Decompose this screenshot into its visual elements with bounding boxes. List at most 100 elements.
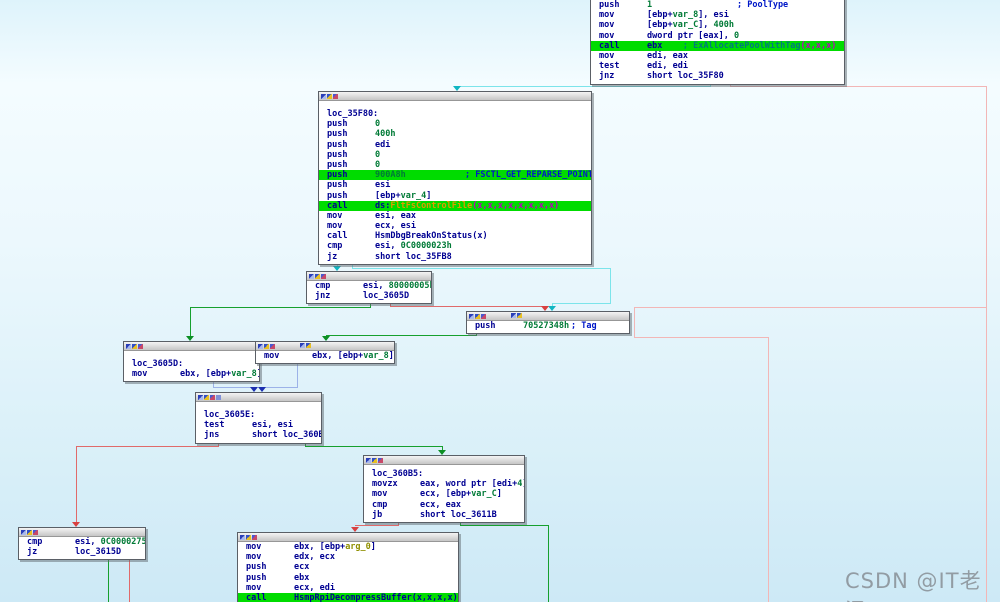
asm-line[interactable]: movebx, [ebp+var_8] xyxy=(124,369,259,379)
asm-line[interactable]: jzloc_3615D xyxy=(19,547,145,557)
node-group-icon[interactable] xyxy=(366,458,371,463)
node-group-icon[interactable] xyxy=(481,314,486,319)
asm-line[interactable]: movecx, esi xyxy=(319,221,591,231)
node-group-icon[interactable] xyxy=(258,344,263,349)
asm-line[interactable]: push0 xyxy=(319,160,591,170)
node-group-icon[interactable] xyxy=(198,395,203,400)
asm-line[interactable]: callHsmpRpiDecompressBuffer(x,x,x,x) xyxy=(238,593,458,602)
asm-line[interactable]: callHsmDbgBreakOnStatus(x) xyxy=(319,231,591,241)
node-group-icon[interactable] xyxy=(321,94,326,99)
node-title-bar[interactable] xyxy=(319,92,591,101)
asm-line[interactable]: movzxeax, word ptr [edi+4] xyxy=(364,479,524,489)
asm-line[interactable]: pushesi xyxy=(319,180,591,190)
node-group-icon[interactable] xyxy=(321,274,326,279)
node-group-icon[interactable] xyxy=(372,458,377,463)
asm-line[interactable]: movecx, edi xyxy=(238,583,458,593)
asm-line[interactable]: movedx, ecx xyxy=(238,552,458,562)
asm-line[interactable]: cmpecx, eax xyxy=(364,500,524,510)
node-group-icon[interactable] xyxy=(511,313,516,318)
asm-line[interactable]: cmpesi, 0C0000275h xyxy=(19,537,145,547)
asm-line[interactable]: pushebx xyxy=(238,573,458,583)
asm-line[interactable]: movecx, [ebp+var_C] xyxy=(364,489,524,499)
asm-line[interactable]: cmpesi, 80000005h xyxy=(307,281,431,291)
asm-label-line[interactable]: loc_35F80: xyxy=(319,109,591,119)
graph-view[interactable]: push1; PoolTypemov[ebp+var_8], esimov[eb… xyxy=(0,0,1000,602)
asm-line[interactable]: jzshort loc_35FB8 xyxy=(319,252,591,262)
operand: dword ptr [eax], xyxy=(647,31,734,41)
asm-line[interactable]: cmpesi, 0C0000023h xyxy=(319,241,591,251)
node-group-icon[interactable] xyxy=(469,314,474,319)
node-group-icon[interactable] xyxy=(126,344,131,349)
asm-line[interactable]: movdword ptr [eax], 0 xyxy=(591,31,844,41)
graph-node-loc_3605E[interactable]: loc_3605E:testesi, esijnsshort loc_360B5 xyxy=(195,392,322,444)
asm-label-line[interactable]: loc_3605D: xyxy=(124,359,259,369)
node-group-icon[interactable] xyxy=(309,274,314,279)
asm-label-line[interactable]: loc_360B5: xyxy=(364,469,524,479)
node-group-icon[interactable] xyxy=(132,344,137,349)
asm-line[interactable]: callebx ; ExAllocatePoolWithTag(x,x,x) xyxy=(591,41,844,51)
asm-line[interactable]: movebx, [ebp+var_8] xyxy=(256,351,394,361)
node-group-icon[interactable] xyxy=(210,395,215,400)
asm-line[interactable]: testedi, edi xyxy=(591,61,844,71)
asm-line[interactable]: push[ebp+var_4] xyxy=(319,191,591,201)
asm-line[interactable]: movedi, eax xyxy=(591,51,844,61)
node-group-icon[interactable] xyxy=(27,530,32,535)
asm-line[interactable]: movesi, eax xyxy=(319,211,591,221)
node-group-icon[interactable] xyxy=(475,314,480,319)
node-group-icon[interactable] xyxy=(306,343,311,348)
asm-label-line[interactable]: loc_3605E: xyxy=(196,410,321,420)
node-group-icon[interactable] xyxy=(333,94,338,99)
node-group-icon[interactable] xyxy=(240,535,245,540)
node-group-icon[interactable] xyxy=(315,274,320,279)
asm-line[interactable]: push400h xyxy=(319,129,591,139)
asm-line[interactable]: pushedi xyxy=(319,140,591,150)
asm-line[interactable]: push900A8h; FSCTL_GET_REPARSE_POINT xyxy=(319,170,591,180)
node-group-icon[interactable] xyxy=(216,395,221,400)
node-title-bar[interactable] xyxy=(19,528,145,537)
asm-line[interactable]: jbshort loc_3611B xyxy=(364,510,524,520)
graph-node-entry-block[interactable]: push1; PoolTypemov[ebp+var_8], esimov[eb… xyxy=(590,0,845,85)
node-title-bar[interactable] xyxy=(124,342,259,351)
node-title-bar[interactable] xyxy=(364,456,524,465)
node-title-bar[interactable] xyxy=(307,272,431,281)
asm-line[interactable]: jnzloc_3605D xyxy=(307,291,431,301)
asm-line[interactable]: jnzshort loc_35F80 xyxy=(591,71,844,81)
node-group-icon[interactable] xyxy=(204,395,209,400)
node-group-icon[interactable] xyxy=(246,535,251,540)
node-group-icon[interactable] xyxy=(264,344,269,349)
node-group-icon[interactable] xyxy=(252,535,257,540)
asm-line[interactable]: callds:FltFsControlFile(x,x,x,x,x,x,x,x) xyxy=(319,201,591,211)
asm-line[interactable]: mov[ebp+var_C], 400h xyxy=(591,20,844,30)
asm-line[interactable]: jnsshort loc_360B5 xyxy=(196,430,321,440)
node-group-icon[interactable] xyxy=(327,94,332,99)
asm-line[interactable]: mov[ebp+var_8], esi xyxy=(591,10,844,20)
node-title-bar[interactable] xyxy=(238,533,458,542)
node-group-icon[interactable] xyxy=(378,458,383,463)
node-title-bar[interactable] xyxy=(196,393,321,402)
asm-line[interactable]: movebx, [ebp+arg_0] xyxy=(238,542,458,552)
graph-node-loc_3605D[interactable]: loc_3605D:movebx, [ebp+var_8] xyxy=(123,341,260,382)
graph-node-branch-80000005[interactable]: cmpesi, 80000005hjnzloc_3605D xyxy=(306,271,432,304)
node-title-bar[interactable] xyxy=(467,312,629,321)
node-group-icon[interactable] xyxy=(300,343,305,348)
graph-node-loc_35FB8-tag-push[interactable]: push70527348h; Tag xyxy=(466,311,630,334)
asm-line[interactable]: testesi, esi xyxy=(196,420,321,430)
graph-node-decompress-call[interactable]: movebx, [ebp+arg_0]movedx, ecxpushecxpus… xyxy=(237,532,459,602)
node-group-icon[interactable] xyxy=(517,313,522,318)
node-group-icon[interactable] xyxy=(33,530,38,535)
asm-line[interactable]: push0 xyxy=(319,150,591,160)
graph-node-branch-C0000275[interactable]: cmpesi, 0C0000275hjzloc_3615D xyxy=(18,527,146,560)
node-group-icon[interactable] xyxy=(21,530,26,535)
asm-line[interactable]: push1; PoolType xyxy=(591,0,844,10)
node-title-bar[interactable] xyxy=(256,342,394,351)
comment: ; Tag xyxy=(571,321,597,331)
asm-line[interactable]: pushecx xyxy=(238,562,458,572)
asm-line[interactable]: push70527348h; Tag xyxy=(467,321,629,331)
node-group-icon[interactable] xyxy=(270,344,275,349)
graph-node-loc_360B5[interactable]: loc_360B5:movzxeax, word ptr [edi+4]move… xyxy=(363,455,525,523)
node-group-icon[interactable] xyxy=(138,344,143,349)
operand: loc_3615D xyxy=(75,547,121,557)
graph-node-mov-ebx-var8[interactable]: movebx, [ebp+var_8] xyxy=(255,341,395,364)
asm-line[interactable]: push0 xyxy=(319,119,591,129)
graph-node-loc_35F80[interactable]: loc_35F80:push0push400hpushedipush0push0… xyxy=(318,91,592,265)
